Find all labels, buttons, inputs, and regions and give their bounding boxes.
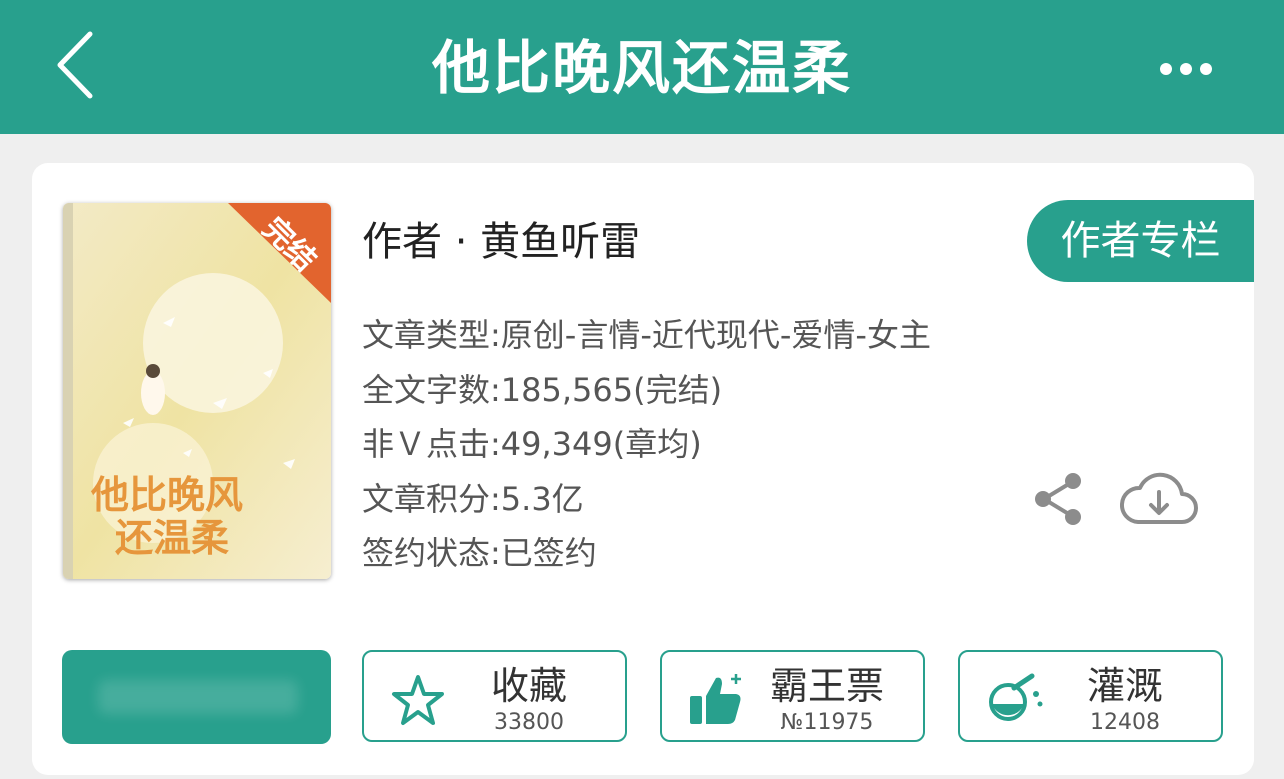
top-bar: 他比晚风还温柔	[0, 0, 1284, 134]
info-score: 文章积分:5.3亿	[362, 480, 584, 518]
ticket-label: 霸王票	[769, 664, 884, 708]
nutrient-button[interactable]: 灌溉 12408	[958, 650, 1223, 742]
favorite-label: 收藏	[490, 664, 567, 708]
read-button-label-blurred	[98, 680, 298, 714]
author-column-button[interactable]: 作者专栏	[1027, 200, 1254, 282]
favorite-count: 33800	[494, 710, 564, 735]
info-clicks: 非Ｖ点击:49,349(章均)	[362, 425, 702, 463]
share-button[interactable]	[1032, 472, 1084, 526]
share-icon	[1035, 473, 1081, 525]
read-button[interactable]	[62, 650, 331, 744]
book-cover[interactable]: 完结 他比晚风 还温柔	[63, 203, 331, 579]
cover-title-line1: 他比晚风	[90, 472, 243, 517]
cover-title-line2: 还温柔	[115, 515, 229, 560]
more-button[interactable]	[1158, 56, 1214, 82]
flask-icon	[989, 673, 1043, 721]
favorite-button[interactable]: 收藏 33800	[362, 650, 627, 742]
download-cloud-icon	[1120, 472, 1198, 524]
more-icon	[1160, 63, 1212, 75]
star-icon	[392, 675, 444, 725]
info-contract-status: 签约状态:已签约	[362, 534, 597, 572]
page-title: 他比晚风还温柔	[431, 34, 852, 102]
nutrient-label: 灌溉	[1086, 664, 1163, 708]
info-word-count: 全文字数:185,565(完结)	[362, 371, 723, 409]
ticket-count: №11975	[780, 710, 874, 735]
thumbs-up-icon	[690, 674, 741, 724]
nutrient-count: 12408	[1090, 710, 1160, 735]
cover-art: 完结 他比晚风 还温柔	[63, 203, 331, 579]
download-button[interactable]	[1120, 468, 1198, 528]
author-name[interactable]: 作者 · 黄鱼听雷	[362, 214, 640, 270]
info-article-type: 文章类型:原创-言情-近代现代-爱情-女主	[362, 316, 931, 354]
ticket-button[interactable]: 霸王票 №11975	[660, 650, 925, 742]
